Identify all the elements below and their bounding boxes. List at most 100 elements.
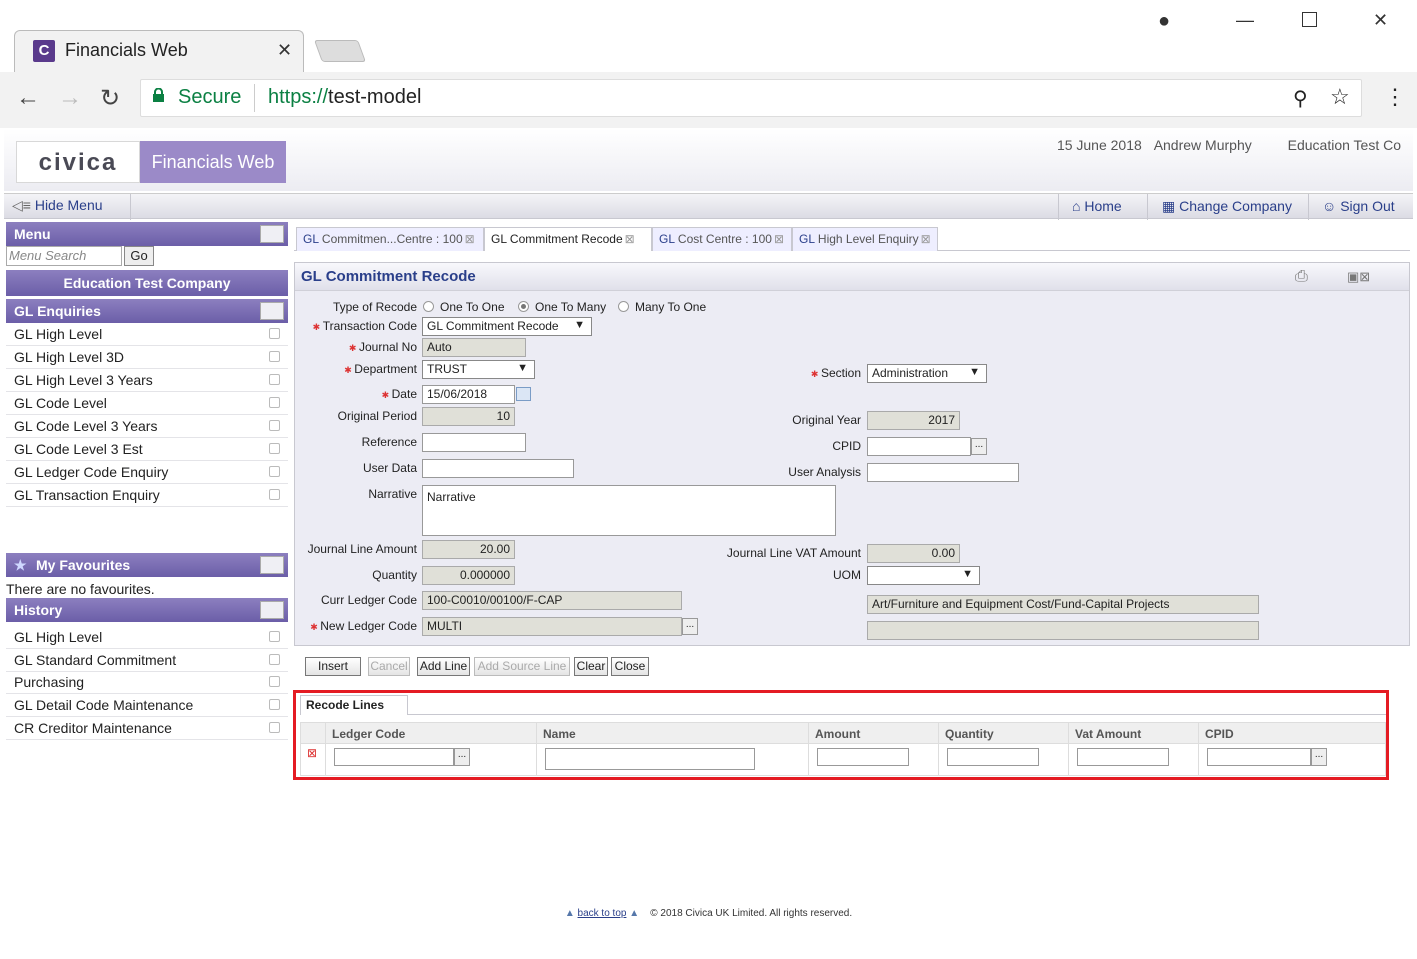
gl-enquiries-header[interactable]: GL Enquiries [6,299,288,323]
user-data-field[interactable] [422,459,574,478]
history-item[interactable]: GL Standard Commitment [6,649,288,672]
hide-menu-button[interactable]: ◁≡ Hide Menu [12,197,103,214]
new-tab-button[interactable] [313,40,367,62]
sidebar-item[interactable]: GL Code Level 3 Years [6,415,288,438]
change-company-link[interactable]: ▦ Change Company [1162,198,1292,215]
home-link[interactable]: ⌂ Home [1072,198,1122,214]
open-link-icon[interactable] [269,489,280,500]
history-item[interactable]: GL High Level [6,626,288,649]
url-text[interactable]: https://test-model [268,86,421,109]
bookmark-star-icon[interactable]: ☆ [1330,84,1350,110]
zoom-icon[interactable]: ⚲ [1293,86,1308,111]
cpid-field[interactable] [867,437,971,456]
cancel-button[interactable]: Cancel [368,657,410,676]
tab-high-level-enquiry[interactable]: GL High Level Enquiry ⊠ [792,227,938,251]
history-item[interactable]: Purchasing [6,671,288,694]
open-link-icon[interactable] [269,443,280,454]
insert-button[interactable]: Insert [305,657,361,676]
cpid-row-lookup-button[interactable]: ... [1311,748,1327,766]
sign-out-link[interactable]: ☺ Sign Out [1322,198,1395,214]
quantity-input[interactable] [947,748,1039,766]
history-item[interactable]: GL Detail Code Maintenance [6,694,288,717]
company-header[interactable]: Education Test Company [6,270,288,296]
add-line-button[interactable]: Add Line [417,657,470,676]
enquiries-panel-icon[interactable] [260,302,284,320]
history-item[interactable]: CR Creditor Maintenance [6,717,288,740]
section-select[interactable]: Administration [867,364,987,383]
name-textarea[interactable] [545,748,755,770]
menu-search-input[interactable]: Menu Search [6,246,122,266]
user-analysis-field[interactable] [867,463,1019,482]
new-ledger-field[interactable]: MULTI [422,617,682,636]
sidebar-item[interactable]: GL High Level [6,323,288,346]
print-icon[interactable]: ⎙ [1295,268,1308,286]
back-icon[interactable]: ← [16,84,40,112]
delete-row-icon[interactable]: ⊠ [307,746,317,760]
sidebar-item[interactable]: GL Code Level 3 Est [6,438,288,461]
tab-recode-lines[interactable]: Recode Lines [300,695,408,715]
journal-no-field[interactable]: Auto [422,338,526,357]
reload-icon[interactable]: ↻ [100,84,120,113]
open-link-icon[interactable] [269,466,280,477]
department-select[interactable]: TRUST [422,360,535,379]
menu-panel-icon[interactable] [260,225,284,243]
transaction-code-select[interactable]: GL Commitment Recode [422,317,592,336]
sidebar-item[interactable]: GL High Level 3D [6,346,288,369]
close-tab-icon[interactable]: ⊠ [625,232,635,246]
original-year-field[interactable]: 2017 [867,411,960,430]
new-ledger-lookup-button[interactable]: ... [682,618,698,635]
close-tab-icon[interactable]: ⊠ [774,232,784,246]
maximize-icon[interactable] [1302,12,1317,27]
date-field[interactable]: 15/06/2018 [422,385,515,404]
minimize-icon[interactable]: — [1236,10,1254,31]
profile-icon[interactable]: ● [1158,10,1170,33]
favourites-panel-icon[interactable] [260,556,284,574]
open-link-icon[interactable] [269,676,280,687]
original-period-field[interactable]: 10 [422,407,515,426]
open-link-icon[interactable] [269,351,280,362]
curr-ledger-field[interactable]: 100-C0010/00100/F-CAP [422,591,682,610]
browser-tab[interactable]: C Financials Web ✕ [14,30,304,72]
amount-input[interactable] [817,748,909,766]
calendar-icon[interactable] [516,387,531,401]
history-panel-icon[interactable] [260,601,284,619]
close-button[interactable]: Close [611,657,649,676]
open-link-icon[interactable] [269,374,280,385]
open-link-icon[interactable] [269,654,280,665]
sidebar-item[interactable]: GL Ledger Code Enquiry [6,461,288,484]
radio-one-to-many[interactable] [518,301,529,312]
open-link-icon[interactable] [269,631,280,642]
jl-amount-field[interactable]: 20.00 [422,540,515,559]
clear-button[interactable]: Clear [574,657,608,676]
narrative-textarea[interactable]: Narrative [422,485,836,536]
tab-commitment-recode[interactable]: GL Commitment Recode ⊠ [484,227,652,251]
quantity-field[interactable]: 0.000000 [422,566,515,585]
ledger-lookup-button[interactable]: ... [454,748,470,766]
sidebar-item[interactable]: GL Code Level [6,392,288,415]
window-close-icon[interactable]: ▣⊠ [1347,269,1370,285]
sidebar-item[interactable]: GL High Level 3 Years [6,369,288,392]
close-tab-icon[interactable]: ✕ [277,40,292,61]
close-window-icon[interactable]: ✕ [1373,10,1388,31]
sidebar-item[interactable]: GL Transaction Enquiry [6,484,288,507]
go-button[interactable]: Go [124,246,154,266]
jl-vat-field[interactable]: 0.00 [867,544,960,563]
add-source-line-button[interactable]: Add Source Line [474,657,570,676]
back-to-top-link[interactable]: back to top [578,908,627,919]
open-link-icon[interactable] [269,397,280,408]
browser-menu-icon[interactable]: ⋮ [1384,84,1406,110]
ledger-code-input[interactable] [334,748,454,766]
forward-icon[interactable]: → [58,84,82,112]
open-link-icon[interactable] [269,328,280,339]
radio-many-to-one[interactable] [618,301,629,312]
open-link-icon[interactable] [269,420,280,431]
open-link-icon[interactable] [269,722,280,733]
open-link-icon[interactable] [269,699,280,710]
uom-select[interactable] [867,566,980,585]
close-tab-icon[interactable]: ⊠ [921,232,931,246]
reference-field[interactable] [422,433,526,452]
close-tab-icon[interactable]: ⊠ [465,232,475,246]
radio-one-to-one[interactable] [423,301,434,312]
cpid-input[interactable] [1207,748,1311,766]
tab-cost-centre[interactable]: GL Cost Centre : 100 ⊠ [652,227,792,251]
